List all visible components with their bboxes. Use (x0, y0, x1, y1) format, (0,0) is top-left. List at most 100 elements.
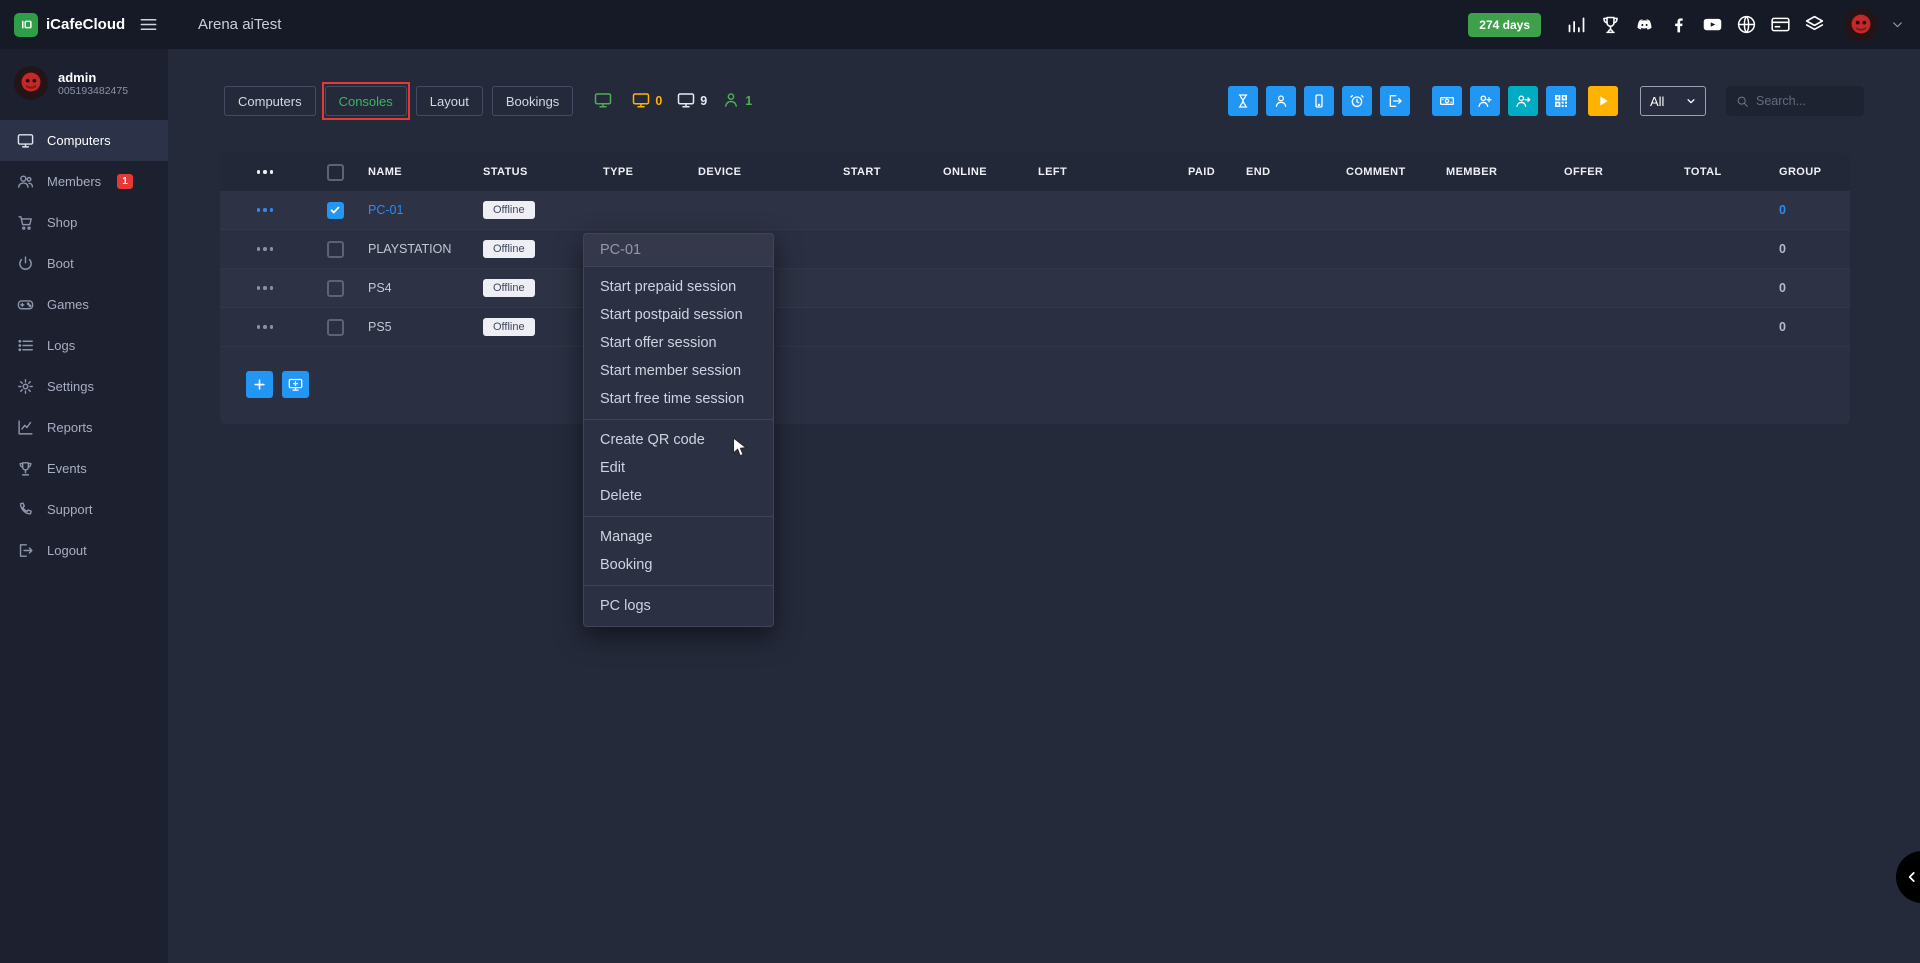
youtube-icon[interactable] (1702, 14, 1723, 35)
cash-icon[interactable] (1432, 86, 1462, 116)
menu-item-start-postpaid-session[interactable]: Start postpaid session (584, 301, 773, 329)
row-actions-icon[interactable] (257, 286, 274, 290)
play-icon[interactable] (1588, 86, 1618, 116)
menu-item-start-offer-session[interactable]: Start offer session (584, 329, 773, 357)
column-header: TOTAL (1676, 166, 1771, 178)
row-checkbox[interactable] (327, 319, 344, 336)
sidebar-item-reports[interactable]: Reports (0, 407, 168, 448)
status-badge: Offline (483, 201, 535, 219)
sidebar-item-members[interactable]: Members 1 (0, 161, 168, 202)
topbar: iCafeCloud Arena aiTest 274 days (0, 0, 1920, 49)
hamburger-menu-icon[interactable] (139, 15, 158, 34)
chevron-left-icon (1905, 870, 1919, 884)
console-name-link[interactable]: PS5 (368, 320, 392, 334)
add-monitor-button[interactable] (282, 371, 309, 398)
globe-icon[interactable] (1736, 14, 1757, 35)
sidebar-item-boot[interactable]: Boot (0, 243, 168, 284)
menu-item-start-free-time-session[interactable]: Start free time session (584, 385, 773, 413)
table-header-row: NAME STATUS TYPE DEVICE START ONLINE LEF… (220, 153, 1850, 191)
header-actions-icon[interactable] (257, 170, 274, 174)
column-header: START (835, 166, 935, 178)
row-actions-icon[interactable] (257, 208, 274, 212)
column-header: OFFER (1556, 166, 1676, 178)
select-all-checkbox[interactable] (327, 164, 344, 181)
menu-item-pc-logs[interactable]: PC logs (584, 592, 773, 620)
facebook-icon[interactable] (1668, 14, 1689, 35)
chevron-down-icon[interactable] (1891, 18, 1904, 31)
search-icon (1736, 95, 1749, 108)
column-header: TYPE (595, 166, 690, 178)
page-title: Arena aiTest (198, 16, 281, 33)
user-plus-icon[interactable] (1470, 86, 1500, 116)
sidebar-item-computers[interactable]: Computers (0, 120, 168, 161)
console-name-link[interactable]: PLAYSTATION (368, 242, 451, 256)
power-icon (17, 255, 34, 272)
layers-icon[interactable] (1804, 14, 1825, 35)
menu-item-create-qr-code[interactable]: Create QR code (584, 426, 773, 454)
sidebar-item-games[interactable]: Games (0, 284, 168, 325)
sidebar-item-logs[interactable]: Logs (0, 325, 168, 366)
sidebar-item-label: Computers (47, 133, 111, 148)
tab-layout[interactable]: Layout (416, 86, 483, 116)
sidebar-item-label: Shop (47, 215, 77, 230)
group-count: 0 (1779, 242, 1786, 256)
phone-icon (17, 501, 34, 518)
menu-item-start-prepaid-session[interactable]: Start prepaid session (584, 273, 773, 301)
user-transfer-icon[interactable] (1508, 86, 1538, 116)
trophy-icon[interactable] (1600, 14, 1621, 35)
menu-item-manage[interactable]: Manage (584, 523, 773, 551)
tab-consoles[interactable]: Consoles (325, 86, 407, 116)
counter-online[interactable] (594, 91, 617, 112)
menu-divider (584, 516, 773, 517)
qr-code-icon[interactable] (1546, 86, 1576, 116)
table-row: PLAYSTATION Offline 0c81a75 0 (220, 230, 1850, 269)
alarm-icon[interactable] (1342, 86, 1372, 116)
counter-busy[interactable]: 0 (632, 91, 662, 112)
sidebar-user-id: 005193482475 (58, 85, 128, 97)
menu-item-edit[interactable]: Edit (584, 454, 773, 482)
row-checkbox[interactable] (327, 241, 344, 258)
row-actions-icon[interactable] (257, 247, 274, 251)
status-counters: 0 9 1 (594, 91, 752, 112)
search-input[interactable] (1756, 94, 1854, 108)
sidebar-item-label: Support (47, 502, 93, 517)
tab-bookings[interactable]: Bookings (492, 86, 573, 116)
sidebar-item-events[interactable]: Events (0, 448, 168, 489)
group-count: 0 (1779, 281, 1786, 295)
checkout-icon[interactable] (1380, 86, 1410, 116)
sidebar-item-settings[interactable]: Settings (0, 366, 168, 407)
row-checkbox[interactable] (327, 280, 344, 297)
mobile-icon[interactable] (1304, 86, 1334, 116)
add-console-button[interactable] (246, 371, 273, 398)
stats-icon[interactable] (1566, 14, 1587, 35)
sidebar-item-logout[interactable]: Logout (0, 530, 168, 571)
discord-icon[interactable] (1634, 14, 1655, 35)
menu-item-start-member-session[interactable]: Start member session (584, 357, 773, 385)
trophy-icon (17, 460, 34, 477)
tab-label: Computers (238, 94, 302, 109)
context-menu: PC-01 Start prepaid session Start postpa… (583, 233, 774, 627)
filter-select[interactable]: All (1640, 86, 1706, 116)
column-header: PAID (1180, 166, 1238, 178)
monitor-icon (594, 91, 612, 112)
sidebar-user[interactable]: admin 005193482475 (0, 49, 168, 120)
menu-item-booking[interactable]: Booking (584, 551, 773, 579)
console-name-link[interactable]: PS4 (368, 281, 392, 295)
user-session-icon[interactable] (1266, 86, 1296, 116)
hourglass-icon[interactable] (1228, 86, 1258, 116)
sidebar-item-support[interactable]: Support (0, 489, 168, 530)
console-name-link[interactable]: PC-01 (368, 203, 403, 217)
menu-item-delete[interactable]: Delete (584, 482, 773, 510)
card-icon[interactable] (1770, 14, 1791, 35)
tab-computers[interactable]: Computers (224, 86, 316, 116)
user-avatar[interactable] (1844, 8, 1878, 42)
row-actions-icon[interactable] (257, 325, 274, 329)
members-count-badge: 1 (117, 174, 133, 189)
counter-members[interactable]: 1 (722, 91, 752, 112)
counter-offline[interactable]: 9 (677, 91, 707, 112)
row-checkbox[interactable] (327, 202, 344, 219)
sidebar-item-shop[interactable]: Shop (0, 202, 168, 243)
sidebar-nav: Computers Members 1 Shop Boot Games Logs… (0, 120, 168, 571)
sidebar-user-name: admin (58, 70, 128, 85)
table-row: PC-01 Offline 0 (220, 191, 1850, 230)
